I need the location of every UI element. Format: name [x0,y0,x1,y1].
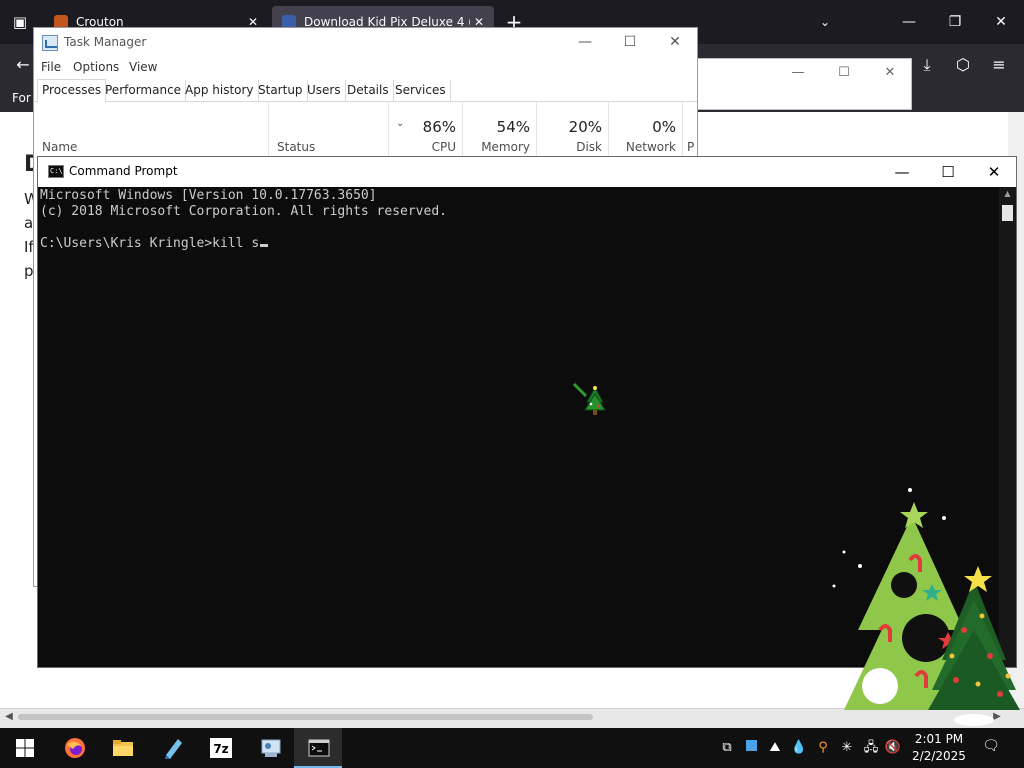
command-prompt-titlebar[interactable]: Command Prompt — ☐ ✕ [38,157,1016,187]
untitled-window: — ☐ ✕ [680,58,912,110]
svg-text:7z: 7z [213,742,228,756]
tray-volume-muted-icon[interactable]: 🔇 [884,739,902,757]
console-line: (c) 2018 Microsoft Corporation. All righ… [40,204,447,219]
tray-app-icon[interactable]: ⧉ [718,739,736,757]
window-title: Task Manager [64,35,147,49]
scroll-left-arrow-icon[interactable]: ◀ [2,711,16,722]
bookmark-item[interactable]: For [12,91,31,105]
cpu-percent: 86% [422,118,456,136]
memory-label: Memory [481,140,530,154]
tab-startup[interactable]: Startup [254,80,308,102]
browser-minimize-button[interactable]: — [886,6,932,38]
scrollbar-thumb[interactable] [18,714,593,720]
column-memory[interactable]: 54% Memory [462,102,536,158]
tab-performance[interactable]: Performance [101,80,187,102]
taskbar-7zip[interactable]: 7z [196,728,244,768]
extensions-icon[interactable]: ⬡ [950,52,976,78]
tab-list-chevron-down-icon[interactable]: ⌄ [812,10,838,34]
text-cursor [260,244,269,247]
seven-zip-icon: 7z [210,738,232,758]
clock-time: 2:01 PM [914,732,964,746]
tray-droplet-icon[interactable]: 💧 [790,739,808,757]
scrollbar-thumb[interactable] [1002,205,1013,221]
network-percent: 0% [652,118,676,136]
browser-restore-button[interactable]: ❐ [932,6,978,38]
downloads-icon[interactable]: ⤓ [914,52,940,78]
tab-processes[interactable]: Processes [37,79,107,103]
tab-details[interactable]: Details [343,80,394,102]
tray-square-icon[interactable] [742,739,760,757]
firefox-icon [65,738,85,758]
taskbar-file-explorer[interactable] [98,728,146,768]
cpu-label: CPU [431,140,456,154]
process-table-header: Name Status ⌄ 86% CPU 54% Memory 20% Dis… [34,102,697,158]
taskbar-firefox[interactable] [50,728,98,768]
minimize-button[interactable]: — [879,157,925,187]
taskbar: 7z ⧉ ⛰ 💧 ⚲ ✳ 🖧 🔇 2:01 PM 2/2/2025 🗨 [0,728,1024,768]
tab-overview-icon[interactable]: ▣ [8,10,32,34]
column-status[interactable]: Status [268,102,388,158]
command-prompt-icon [308,739,330,757]
window-title: Command Prompt [69,164,178,178]
network-label: Network [625,140,676,154]
disk-label: Disk [576,140,602,154]
column-power[interactable]: P [682,102,699,158]
christmas-tree-decoration-icon [832,488,1020,726]
windows-logo-icon [16,739,34,757]
command-prompt-icon [48,165,64,178]
action-center-icon[interactable]: 🗨 [980,738,1002,758]
scroll-up-arrow-icon[interactable]: ▲ [999,189,1016,198]
taskbar-clock[interactable]: 2:01 PM 2/2/2025 [906,731,972,765]
console-input[interactable]: C:\Users\Kris Kringle>kill s [40,236,259,251]
column-network[interactable]: 0% Network [608,102,682,158]
menu-view[interactable]: View [129,60,157,74]
clock-date: 2/2/2025 [912,749,966,763]
task-manager-tabs: Processes Performance App history Startu… [34,79,697,103]
tab-users[interactable]: Users [303,80,346,102]
browser-close-button[interactable]: ✕ [978,6,1024,38]
taskbar-control-panel[interactable] [246,728,294,768]
disk-percent: 20% [568,118,602,136]
task-manager-icon [42,35,58,51]
folder-icon [113,740,133,756]
menu-file[interactable]: File [41,60,61,74]
memory-percent: 54% [496,118,530,136]
column-disk[interactable]: 20% Disk [536,102,608,158]
close-button[interactable]: ✕ [971,157,1017,187]
tray-search-icon[interactable]: ⚲ [814,739,832,757]
start-button[interactable] [0,728,48,768]
task-manager-titlebar[interactable]: Task Manager — ☐ ✕ [34,28,697,58]
taskbar-notepad[interactable] [148,728,196,768]
column-name[interactable]: Name [42,140,77,154]
maximize-button[interactable]: ☐ [925,157,971,187]
christmas-tree-cursor-icon [572,382,606,415]
control-panel-icon [261,739,281,757]
hamburger-menu-icon[interactable]: ≡ [986,52,1012,78]
close-button[interactable]: ✕ [875,63,905,83]
tab-services[interactable]: Services [391,80,451,102]
page-text-line: a [24,214,34,232]
tray-network-status-icon[interactable]: ⛰ [766,739,784,757]
close-button[interactable]: ✕ [652,28,698,56]
minimize-button[interactable]: — [562,28,608,56]
tray-network-icon[interactable]: 🖧 [862,739,880,757]
tab-app-history[interactable]: App history [181,80,259,102]
column-cpu[interactable]: 86% CPU [388,102,462,158]
menu-options[interactable]: Options [73,60,119,74]
taskbar-command-prompt[interactable] [294,728,342,768]
minimize-button[interactable]: — [783,63,813,83]
notepad-icon [165,739,182,759]
maximize-button[interactable]: ☐ [607,28,653,56]
console-prompt-line[interactable]: C:\Users\Kris Kringle>kill s [40,236,269,251]
console-line: Microsoft Windows [Version 10.0.17763.36… [40,188,377,203]
maximize-button[interactable]: ☐ [829,63,859,83]
tray-snowflake-icon[interactable]: ✳ [838,739,856,757]
